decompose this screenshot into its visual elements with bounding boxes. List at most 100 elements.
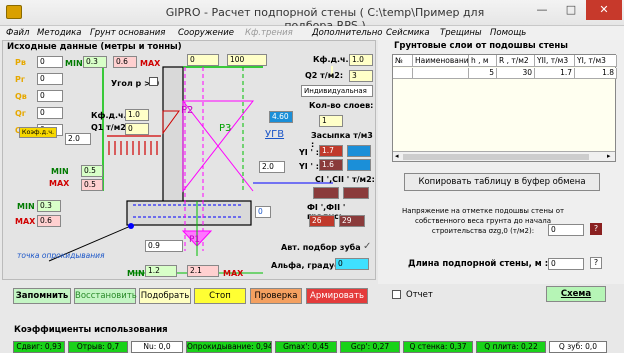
kfdch-left-label: Кф.д.ч. — [91, 111, 127, 120]
table-cell[interactable] — [413, 68, 469, 79]
max4-input[interactable]: 2.1 — [187, 265, 219, 277]
input-canvas: Исходные данные (метры и тонны) Рв 0 Рг … — [2, 40, 376, 280]
q2-label: Q2 т/м2: — [305, 71, 344, 80]
pv-input[interactable]: 0 — [37, 56, 63, 68]
yi2-blue-box[interactable] — [347, 159, 371, 171]
table-cell[interactable] — [393, 68, 413, 79]
max-input[interactable]: 0.6 — [113, 56, 137, 68]
ci1-box[interactable] — [313, 187, 339, 199]
menu-structure[interactable]: Сооружение — [178, 28, 234, 38]
kfdch-right-input[interactable]: 1.0 — [349, 54, 373, 66]
q2-input[interactable]: 3 — [349, 70, 373, 82]
menu-method[interactable]: Методика — [37, 28, 81, 38]
min-label: MIN — [65, 59, 83, 68]
menu-seismic[interactable]: Сейсмика — [386, 28, 430, 38]
max2-input[interactable]: 0.5 — [81, 179, 103, 191]
blue-zero-input[interactable]: 0 — [255, 206, 271, 218]
col-h: h , м — [469, 55, 497, 67]
pg-label: Рг — [15, 75, 26, 84]
restore-button[interactable]: Восстановить — [74, 288, 137, 304]
min4-input[interactable]: 1.2 — [145, 265, 177, 277]
ground-layers-table[interactable]: № Наименование h , м R , т/м2 YII, т/м3 … — [392, 54, 617, 162]
remember-button[interactable]: Запомнить — [13, 288, 71, 304]
reinforce-button[interactable]: Армировать — [306, 288, 368, 304]
menu-bar: Файл Методика Грунт основания Сооружение… — [0, 26, 624, 40]
yi1-input[interactable]: 1.7 — [319, 145, 343, 157]
max-label: MAX — [140, 59, 161, 68]
p2-label: Р2 — [181, 105, 194, 116]
q1-label: Q1 т/м2: — [91, 123, 130, 132]
top-right-input[interactable]: 100 — [227, 54, 267, 66]
ci2-box[interactable] — [343, 187, 369, 199]
koef-button[interactable]: Коэф.д.ч. — [19, 127, 57, 138]
menu-file[interactable]: Файл — [6, 28, 29, 38]
close-button[interactable]: ✕ — [586, 0, 622, 20]
scroll-left-icon[interactable]: ◂ — [395, 152, 399, 160]
scroll-right-icon[interactable]: ▸ — [607, 152, 611, 160]
max3-label: MAX — [15, 217, 36, 226]
select-button[interactable]: Подобрать — [139, 288, 191, 304]
stress-help-button[interactable]: ? — [590, 223, 602, 235]
top-left-input[interactable]: 0 — [187, 54, 219, 66]
pg-input[interactable]: 0 — [37, 73, 63, 85]
min2-input[interactable]: 0.5 — [81, 165, 103, 177]
usage-nu: Nu: 0,0 — [131, 341, 183, 353]
mid-input[interactable]: 2.0 — [259, 161, 285, 173]
table-cell[interactable]: 1.8 — [575, 68, 617, 79]
menu-soil-base[interactable]: Грунт основания — [90, 28, 165, 38]
usage-shift: Сдвиг: 0,93 — [13, 341, 65, 353]
max4-label: MAX — [223, 269, 244, 278]
length-help-button[interactable]: ? — [590, 257, 602, 269]
table-cell[interactable]: 1.7 — [535, 68, 575, 79]
q1-input[interactable]: 0 — [125, 123, 149, 135]
menu-additional[interactable]: Дополнительно — [312, 28, 383, 38]
title-bar: GIPRO - Расчет подпорной стены ( C:\temp… — [0, 0, 624, 32]
menu-friction[interactable]: Кф.трения — [245, 28, 293, 38]
yi1-blue-box[interactable] — [347, 145, 371, 157]
copy-table-button[interactable]: Копировать таблицу в буфер обмена — [404, 173, 600, 191]
qg-input[interactable]: 0 — [37, 107, 63, 119]
ugv-input[interactable]: 4.60 — [269, 111, 293, 123]
usage-gmax: Gmax': 0,45 — [275, 341, 337, 353]
fi2-input[interactable]: 29 — [339, 215, 365, 227]
menu-cracks[interactable]: Трещины — [440, 28, 482, 38]
check-button[interactable]: Проверка — [250, 288, 302, 304]
stress-input[interactable]: 0 — [548, 224, 584, 236]
min3-label: MIN — [17, 202, 35, 211]
alpha-input[interactable]: 0 — [335, 258, 369, 270]
load-type-select[interactable]: Индивидуальная — [301, 85, 373, 97]
maximize-button[interactable]: □ — [557, 0, 585, 20]
auto-check-icon[interactable]: ✓ — [363, 241, 371, 252]
qv-label: Qв — [15, 92, 27, 101]
table-hscroll[interactable]: ◂ ▸ — [393, 151, 615, 161]
kfdch-left-input[interactable]: 1.0 — [125, 109, 149, 121]
max3-input[interactable]: 0.6 — [37, 215, 61, 227]
yi2-label: YI ' : — [299, 162, 319, 171]
ci-label: CI ',CII ' т/м2: — [315, 175, 375, 184]
usage-overturn: Опрокидывание: 0,94 — [186, 341, 272, 353]
min-input[interactable]: 0.3 — [83, 56, 107, 68]
table-cell[interactable]: 5 — [469, 68, 497, 79]
stop-button[interactable]: Стоп — [194, 288, 246, 304]
min3-input[interactable]: 0.3 — [37, 200, 61, 212]
layers-input[interactable]: 1 — [319, 115, 343, 127]
usage-gcp: Gcp': 0,27 — [340, 341, 400, 353]
fi1-input[interactable]: 26 — [309, 215, 335, 227]
report-checkbox[interactable] — [392, 290, 401, 299]
usage-q-tooth: Q зуб: 0,0 — [549, 341, 607, 353]
auto-label: Авт. подбор зуба — [281, 243, 361, 252]
scroll-thumb[interactable] — [403, 154, 589, 160]
usage-q-wall: Q стенка: 0,37 — [403, 341, 473, 353]
koef-input[interactable]: 2.0 — [65, 133, 91, 145]
point-label: точка опрокидывания — [17, 251, 105, 260]
table-cell[interactable]: 30 — [497, 68, 535, 79]
length-09-input[interactable]: 0.9 — [145, 240, 183, 252]
length-input[interactable]: 0 — [548, 258, 584, 270]
qv-input[interactable]: 0 — [37, 90, 63, 102]
yi2-input[interactable]: 1.6 — [319, 159, 343, 171]
scheme-button[interactable]: Схема — [546, 286, 606, 302]
minimize-button[interactable]: — — [528, 0, 556, 20]
angle-checkbox[interactable] — [149, 77, 158, 86]
menu-help[interactable]: Помощь — [490, 28, 526, 38]
usage-q-slab: Q плита: 0,22 — [476, 341, 546, 353]
